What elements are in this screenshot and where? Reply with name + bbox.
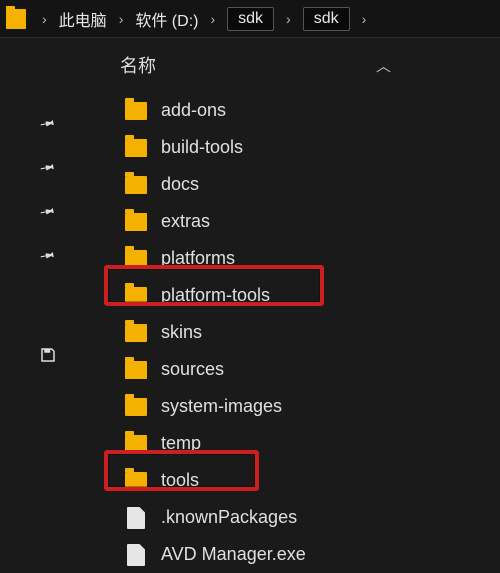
file-name: platforms <box>161 248 235 269</box>
file-name: AVD Manager.exe <box>161 544 306 565</box>
breadcrumb-item[interactable]: 软件 (D:) <box>135 7 198 31</box>
list-item[interactable]: skins <box>95 314 306 351</box>
list-item[interactable]: system-images <box>95 388 306 425</box>
chevron-right-icon[interactable]: › <box>362 11 367 27</box>
folder-icon <box>125 361 147 379</box>
list-item[interactable]: add-ons <box>95 92 306 129</box>
breadcrumb-item[interactable]: 此电脑 <box>59 7 107 31</box>
list-item[interactable]: platform-tools <box>95 277 306 314</box>
folder-icon <box>125 250 147 268</box>
column-header[interactable]: 名称 ︿ <box>0 38 500 88</box>
file-icon <box>127 544 145 566</box>
chevron-right-icon[interactable]: › <box>210 11 215 27</box>
list-item[interactable]: extras <box>95 203 306 240</box>
folder-icon <box>125 435 147 453</box>
list-item[interactable]: build-tools <box>95 129 306 166</box>
folder-icon <box>125 139 147 157</box>
file-name: platform-tools <box>161 285 270 306</box>
disk-icon[interactable] <box>39 346 57 369</box>
folder-icon <box>125 398 147 416</box>
quick-access-panel <box>0 88 95 573</box>
list-item[interactable]: .knownPackages <box>95 499 306 536</box>
file-name: sources <box>161 359 224 380</box>
folder-icon <box>125 287 147 305</box>
file-list: add-ons build-tools docs extras platform… <box>95 88 306 573</box>
column-name-label: 名称 <box>120 52 156 78</box>
chevron-right-icon[interactable]: › <box>119 11 124 27</box>
pin-icon[interactable] <box>35 242 60 267</box>
breadcrumb-item[interactable]: sdk <box>227 7 274 31</box>
chevron-right-icon[interactable]: › <box>42 11 47 27</box>
sort-asc-icon: ︿ <box>376 55 391 76</box>
breadcrumb[interactable]: › 此电脑 › 软件 (D:) › sdk › sdk › <box>0 0 500 38</box>
list-item[interactable]: tools <box>95 462 306 499</box>
pin-icon[interactable] <box>35 198 60 223</box>
file-name: docs <box>161 174 199 195</box>
file-name: temp <box>161 433 201 454</box>
file-name: build-tools <box>161 137 243 158</box>
list-item[interactable]: AVD Manager.exe <box>95 536 306 573</box>
list-item[interactable]: sources <box>95 351 306 388</box>
file-name: .knownPackages <box>161 507 297 528</box>
file-name: extras <box>161 211 210 232</box>
file-name: system-images <box>161 396 282 417</box>
folder-icon <box>125 472 147 490</box>
list-item[interactable]: platforms <box>95 240 306 277</box>
list-item[interactable]: docs <box>95 166 306 203</box>
file-name: skins <box>161 322 202 343</box>
location-folder-icon <box>6 9 26 29</box>
folder-icon <box>125 102 147 120</box>
pin-icon[interactable] <box>35 110 60 135</box>
folder-icon <box>125 324 147 342</box>
breadcrumb-item[interactable]: sdk <box>303 7 350 31</box>
chevron-right-icon[interactable]: › <box>286 11 291 27</box>
folder-icon <box>125 213 147 231</box>
file-icon <box>127 507 145 529</box>
file-name: tools <box>161 470 199 491</box>
folder-icon <box>125 176 147 194</box>
pin-icon[interactable] <box>35 154 60 179</box>
file-name: add-ons <box>161 100 226 121</box>
list-item[interactable]: temp <box>95 425 306 462</box>
